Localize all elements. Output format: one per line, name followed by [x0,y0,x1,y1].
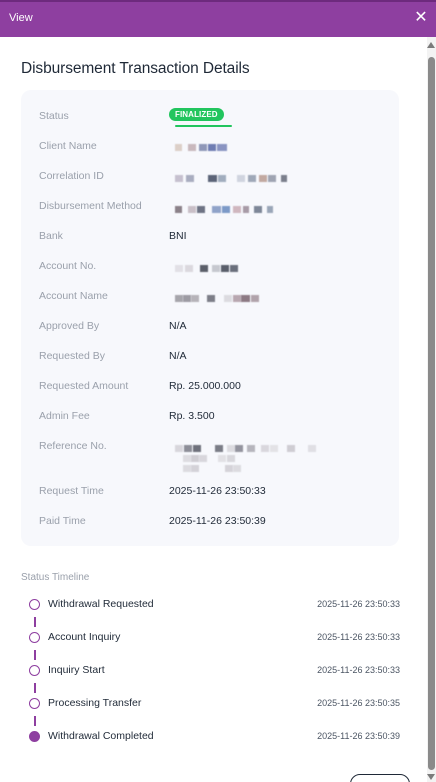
client-name-redacted [175,140,235,154]
disbursement-method-redacted [175,200,285,214]
detail-row-account-no: Account No. [39,260,389,274]
detail-row-bank: Bank BNI [39,230,389,244]
timeline-item-label: Account Inquiry [48,631,121,643]
modal-header: View ✕ [0,0,436,37]
footer-button[interactable] [350,774,410,782]
timeline-item: Account Inquiry 2025-11-26 23:50:33 [29,631,401,645]
timeline-connector [34,683,36,693]
request-time-value: 2025-11-26 23:50:33 [169,485,266,497]
timeline-step-circle-icon [29,665,40,676]
timeline-item-time: 2025-11-26 23:50:39 [317,731,400,741]
requested-by-value: N/A [169,350,187,362]
timeline-step-circle-icon [29,632,40,643]
timeline-connector [34,650,36,660]
reference-no-label: Reference No. [39,440,107,452]
timeline-connector [34,716,36,726]
timeline-item-label: Withdrawal Completed [48,730,154,742]
detail-row-requested-by: Requested By N/A [39,350,389,364]
timeline-item: Withdrawal Requested 2025-11-26 23:50:33 [29,598,401,612]
status-timeline-title: Status Timeline [21,572,90,583]
timeline-item-label: Processing Transfer [48,697,142,709]
detail-row-request-time: Request Time 2025-11-26 23:50:33 [39,485,389,499]
scroll-down-arrow-icon[interactable] [427,774,435,780]
detail-row-correlation-id: Correlation ID [39,170,389,184]
reference-no-redacted [175,445,335,475]
bank-value: BNI [169,230,187,242]
bank-label: Bank [39,230,63,242]
status-label: Status [39,110,69,122]
close-icon[interactable]: ✕ [414,10,428,26]
timeline-step-filled-circle-icon [29,731,40,742]
admin-fee-label: Admin Fee [39,410,90,422]
timeline-item-label: Inquiry Start [48,664,105,676]
timeline-item-label: Withdrawal Requested [48,598,154,610]
timeline-item-time: 2025-11-26 23:50:35 [317,698,400,708]
detail-row-status: Status FINALIZED [39,108,389,127]
request-time-label: Request Time [39,485,104,497]
status-badge-underline [175,125,232,127]
approved-by-label: Approved By [39,320,100,332]
timeline-connector [34,617,36,627]
detail-row-requested-amount: Requested Amount Rp. 25.000.000 [39,380,389,394]
correlation-id-label: Correlation ID [39,170,104,182]
requested-amount-value: Rp. 25.000.000 [169,380,241,392]
client-name-label: Client Name [39,140,97,152]
timeline-item: Processing Transfer 2025-11-26 23:50:35 [29,697,401,711]
timeline-step-circle-icon [29,599,40,610]
account-no-label: Account No. [39,260,97,272]
approved-by-value: N/A [169,320,187,332]
detail-row-account-name: Account Name [39,290,389,304]
correlation-id-redacted [175,170,295,184]
detail-row-paid-time: Paid Time 2025-11-26 23:50:39 [39,515,389,529]
detail-row-admin-fee: Admin Fee Rp. 3.500 [39,410,389,424]
page-title: Disbursement Transaction Details [21,60,250,77]
paid-time-value: 2025-11-26 23:50:39 [169,515,266,527]
disbursement-method-label: Disbursement Method [39,200,142,212]
requested-by-label: Requested By [39,350,105,362]
account-name-redacted [175,290,275,304]
timeline-item: Inquiry Start 2025-11-26 23:50:33 [29,664,401,678]
timeline-item-time: 2025-11-26 23:50:33 [317,665,400,675]
paid-time-label: Paid Time [39,515,86,527]
timeline-item: Withdrawal Completed 2025-11-26 23:50:39 [29,730,401,744]
timeline-step-circle-icon [29,698,40,709]
detail-row-approved-by: Approved By N/A [39,320,389,334]
scroll-up-arrow-icon[interactable] [427,42,435,48]
timeline-item-time: 2025-11-26 23:50:33 [317,632,400,642]
details-card: Status FINALIZED Client Name Correlation… [21,90,399,546]
admin-fee-value: Rp. 3.500 [169,410,215,422]
header-edge [0,0,436,2]
scrollbar-thumb[interactable] [428,57,435,770]
status-badge: FINALIZED [169,108,224,121]
detail-row-disbursement-method: Disbursement Method [39,200,389,214]
detail-row-reference-no: Reference No. [39,440,389,474]
requested-amount-label: Requested Amount [39,380,129,392]
timeline-item-time: 2025-11-26 23:50:33 [317,599,400,609]
account-no-redacted [175,260,255,274]
detail-row-client-name: Client Name [39,140,389,154]
account-name-label: Account Name [39,290,108,302]
modal-title: View [9,12,33,24]
